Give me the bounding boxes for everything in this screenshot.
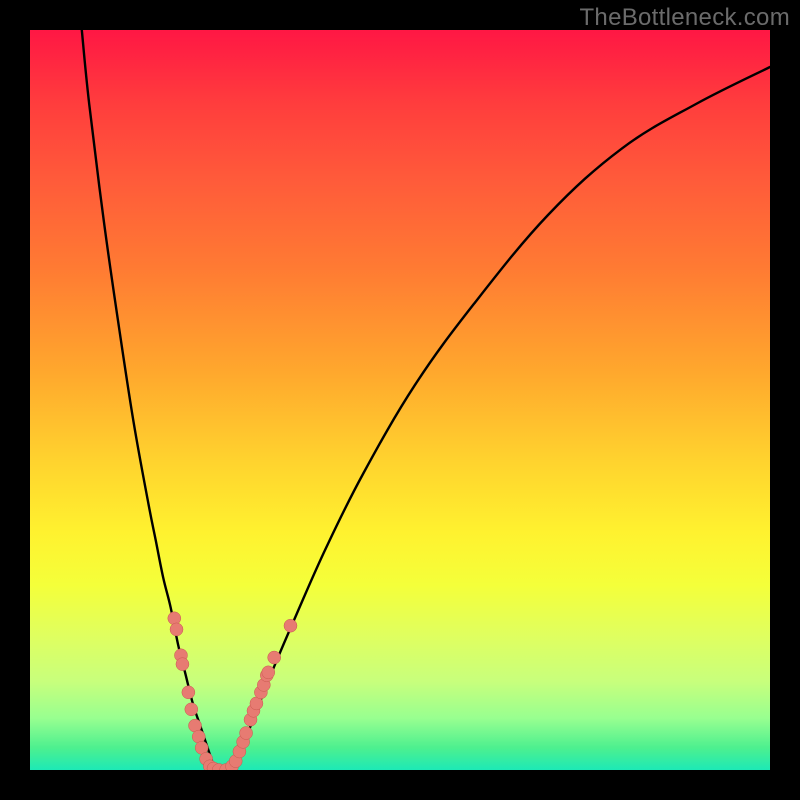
watermark-text: TheBottleneck.com: [579, 4, 790, 32]
chart-svg: [30, 30, 770, 770]
data-marker: [170, 623, 183, 636]
data-marker: [284, 619, 297, 632]
data-marker: [176, 658, 189, 671]
data-markers: [168, 612, 297, 770]
data-marker: [240, 727, 253, 740]
data-marker: [185, 703, 198, 716]
chart-frame: TheBottleneck.com: [0, 0, 800, 800]
data-marker: [268, 651, 281, 664]
data-marker: [262, 666, 275, 679]
curve-left-branch: [82, 30, 215, 770]
curve-right-branch: [230, 67, 770, 770]
plot-area: [30, 30, 770, 770]
data-marker: [168, 612, 181, 625]
data-marker: [182, 686, 195, 699]
